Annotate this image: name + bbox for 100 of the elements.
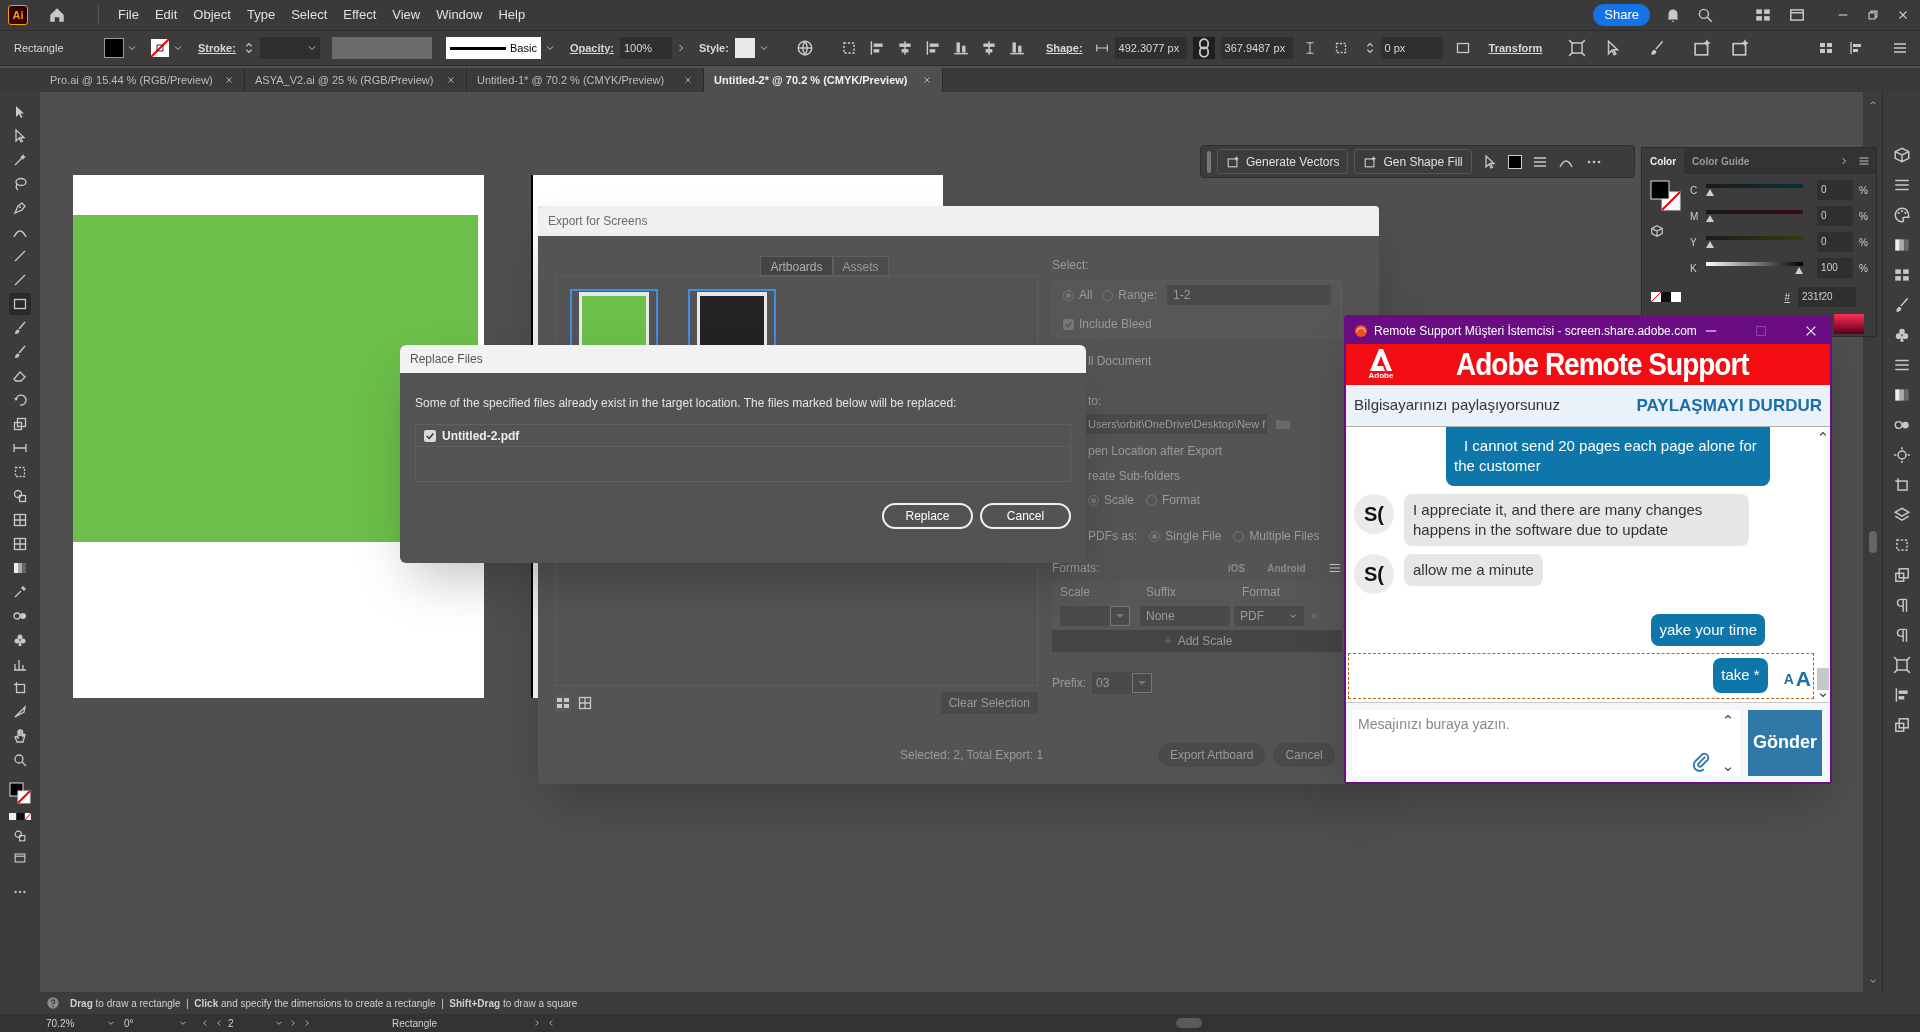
magic-wand-icon[interactable]	[12, 152, 28, 168]
transform-link[interactable]: Transform	[1488, 39, 1543, 57]
menu-item[interactable]: Help	[491, 5, 533, 25]
layers-icon[interactable]	[1892, 506, 1911, 524]
brush-field[interactable]: Basic	[445, 37, 541, 59]
rotation-field[interactable]: 0°	[124, 1015, 188, 1031]
dialog-button[interactable]: Replace	[882, 503, 973, 529]
cube-icon[interactable]	[1650, 224, 1664, 238]
file-row[interactable]: Untitled-2.pdf	[416, 425, 1070, 447]
workspace-icon[interactable]	[1754, 6, 1772, 24]
grid-icon[interactable]	[1818, 40, 1834, 56]
share-button[interactable]: Share	[1593, 4, 1650, 26]
symbol-icon[interactable]	[12, 632, 28, 648]
artboard-thumbnail[interactable]	[570, 289, 658, 347]
document-tab[interactable]: Untitled-2* @ 70.2 % (CMYK/Preview)	[704, 68, 943, 92]
close-icon[interactable]	[446, 75, 456, 85]
brush-icon[interactable]	[12, 344, 28, 360]
swatches-icon[interactable]	[1892, 266, 1911, 284]
window-icon[interactable]	[1788, 6, 1806, 24]
variable-width-field[interactable]	[331, 37, 432, 59]
close-icon[interactable]	[683, 75, 693, 85]
app-logo[interactable]: Ai	[8, 5, 28, 25]
grid-view-icon[interactable]	[555, 695, 571, 711]
line-icon[interactable]	[12, 248, 28, 264]
slider-track[interactable]	[1706, 184, 1804, 196]
zoom-icon[interactable]	[12, 752, 28, 768]
corner-radius-field[interactable]: 0 px	[1380, 37, 1443, 59]
dialog-button[interactable]: Cancel	[980, 503, 1071, 529]
artboard-icon[interactable]	[12, 680, 28, 696]
menu-icon[interactable]	[1892, 40, 1908, 56]
close-icon[interactable]	[224, 75, 234, 85]
task-button[interactable]: Generate Vectors	[1217, 149, 1349, 174]
panel-tab[interactable]: Artboards	[760, 256, 833, 276]
fill-swatch[interactable]	[104, 38, 124, 58]
line-icon[interactable]	[12, 272, 28, 288]
layout-icon[interactable]	[1848, 40, 1864, 56]
menu-item[interactable]: View	[385, 5, 428, 25]
slider-track[interactable]	[1706, 236, 1804, 248]
sparkle-icon[interactable]	[1692, 38, 1713, 58]
color-mode-icon[interactable]	[8, 812, 32, 821]
menu-item[interactable]: Edit	[147, 5, 185, 25]
menu-item[interactable]: Object	[186, 5, 238, 25]
perspective-grid-icon[interactable]	[12, 512, 28, 528]
channel-value-field[interactable]: 0	[1817, 180, 1854, 200]
home-icon[interactable]	[48, 6, 66, 24]
fill-stroke-icon[interactable]	[9, 782, 31, 804]
eyedropper-icon[interactable]	[12, 584, 28, 600]
slider-track[interactable]	[1706, 262, 1804, 274]
screen-mode-icon[interactable]	[13, 851, 27, 865]
pen-icon[interactable]	[12, 200, 28, 216]
slider-thumb[interactable]	[1706, 215, 1714, 222]
hand-icon[interactable]	[12, 728, 28, 744]
search-icon[interactable]	[1696, 6, 1714, 24]
drag-handle[interactable]	[1207, 150, 1211, 173]
transform-icon[interactable]	[1568, 39, 1587, 57]
menu-item[interactable]: Window	[429, 5, 490, 25]
list-view-icon[interactable]	[577, 695, 593, 711]
channel-value-field[interactable]: 0	[1817, 206, 1854, 226]
knife-icon[interactable]	[12, 704, 28, 720]
palette-icon[interactable]	[1892, 206, 1911, 224]
gradient-icon[interactable]	[1892, 386, 1911, 404]
free-transform-icon[interactable]	[12, 464, 28, 480]
fill-swatch[interactable]	[1507, 154, 1522, 169]
stroke-swatch[interactable]	[150, 38, 170, 58]
slider-thumb[interactable]	[1706, 241, 1714, 248]
scroll-down-icon[interactable]	[1818, 690, 1828, 700]
align-icon[interactable]	[1007, 39, 1026, 57]
hex-field[interactable]: 231f20	[1798, 287, 1856, 307]
send-button[interactable]: Gönder	[1748, 709, 1822, 776]
scrollbar-thumb[interactable]	[1817, 668, 1829, 690]
height-field[interactable]: 367.9487 px	[1220, 37, 1293, 59]
artboard-thumbnail[interactable]	[688, 289, 776, 347]
menu-item[interactable]: File	[111, 5, 146, 25]
menu-item[interactable]: Select	[284, 5, 335, 25]
gradient-icon[interactable]	[12, 560, 28, 576]
style-swatch[interactable]	[734, 38, 755, 58]
slider-track[interactable]	[1706, 210, 1804, 222]
channel-value-field[interactable]: 0	[1817, 232, 1854, 252]
gradient-icon[interactable]	[1892, 236, 1911, 254]
direct-selection-arrow-icon[interactable]	[12, 128, 28, 144]
slider-thumb[interactable]	[1706, 189, 1714, 196]
sparkle-icon[interactable]	[1730, 38, 1751, 58]
rectangle-icon[interactable]	[12, 296, 28, 312]
stop-sharing-link[interactable]: PAYLAŞMAYI DURDUR	[1636, 392, 1822, 419]
font-size-button[interactable]: A	[1795, 668, 1811, 690]
shape-builder-icon[interactable]	[12, 488, 28, 504]
slider-thumb[interactable]	[1795, 267, 1804, 274]
font-size-button[interactable]: A	[1783, 668, 1794, 690]
channel-value-field[interactable]: 100	[1817, 258, 1854, 278]
draw-mode-icon[interactable]	[13, 829, 27, 843]
scale-icon[interactable]	[12, 416, 28, 432]
menu-item[interactable]: Type	[239, 5, 283, 25]
message-field[interactable]: Mesajınızı buraya yazın.	[1352, 709, 1740, 776]
scrollbar-thumb[interactable]	[1176, 1018, 1202, 1028]
swatch-icon[interactable]	[1650, 291, 1682, 303]
restore-icon[interactable]	[1866, 8, 1880, 22]
add-scale-button[interactable]: Add Scale	[1052, 630, 1342, 652]
paintbrush-icon[interactable]	[12, 320, 28, 336]
menu-icon[interactable]	[1858, 155, 1870, 167]
fill-stroke-icon[interactable]	[1650, 180, 1682, 212]
